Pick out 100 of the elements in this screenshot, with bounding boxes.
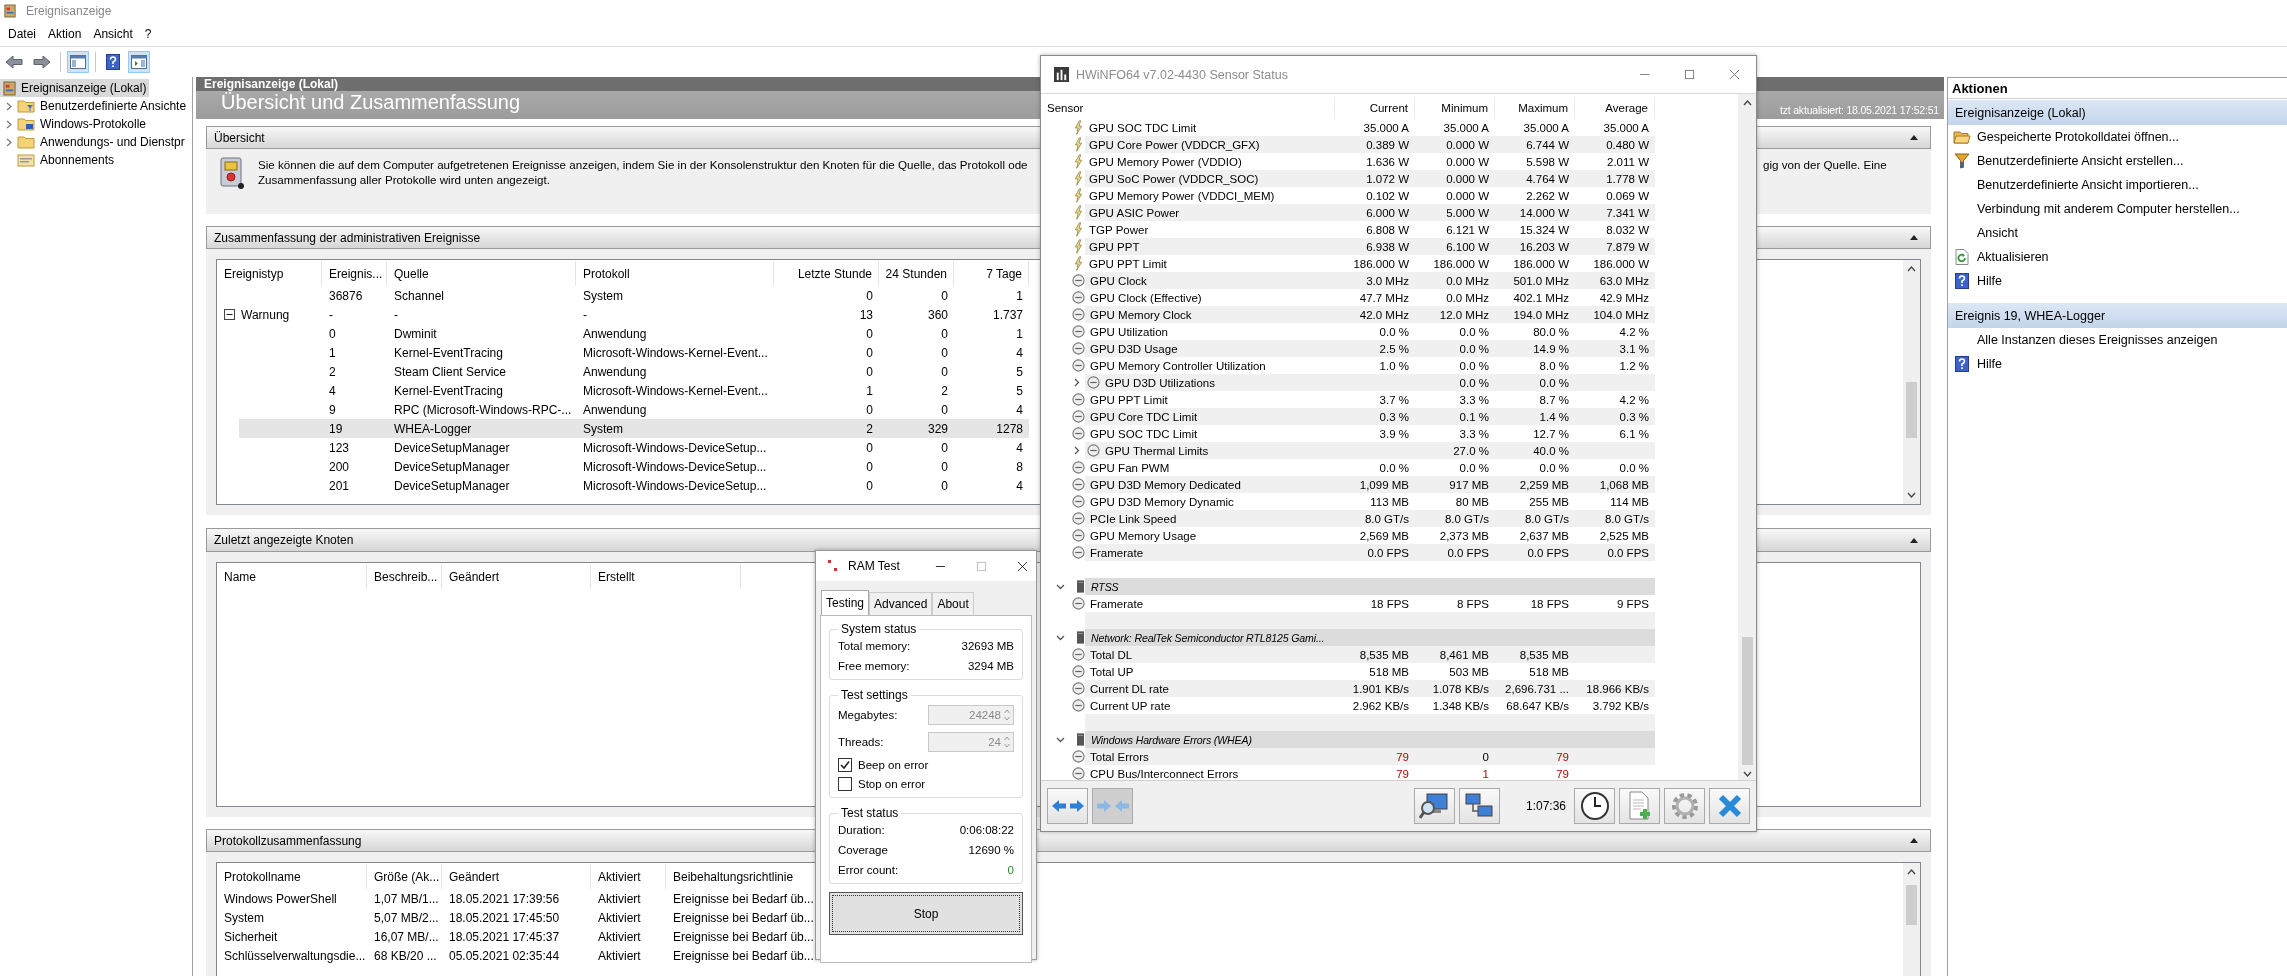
table-cell: Warnung	[241, 307, 290, 322]
table-cell: 4	[1016, 478, 1023, 493]
table-cell: 1	[329, 345, 336, 360]
sensor-value: 6.938 W	[1366, 240, 1409, 253]
sensor-value: 8.0 GT/s	[1524, 512, 1569, 525]
sensor-value: 63.0 MHz	[1599, 274, 1649, 287]
sensor-value: 6.744 W	[1526, 138, 1569, 151]
sensor-value: 0.3 %	[1379, 410, 1409, 423]
sensor-value: 917 MB	[1449, 478, 1489, 491]
sensor-value: 0.3 %	[1619, 410, 1649, 423]
sensor-value: 1.636 W	[1366, 155, 1409, 168]
sensor-value: 0	[1482, 750, 1489, 763]
sensor-value: 4.764 W	[1526, 172, 1569, 185]
sensor-value: 1,068 MB	[1599, 478, 1649, 491]
field-label: Megabytes:	[838, 709, 898, 721]
sensor-name: GPU Memory Power (VDDIO)	[1088, 155, 1242, 168]
sensor-name: Framerate	[1089, 546, 1144, 559]
table-cell: 68 KB/20 ...	[374, 948, 437, 963]
sensor-value: 518 MB	[1529, 665, 1569, 678]
sensor-name: GPU Fan PWM	[1089, 461, 1170, 474]
sensor-value: 18 FPS	[1370, 597, 1409, 610]
table-cell: 0	[866, 402, 873, 417]
sensor-value: 0.0 %	[1539, 461, 1569, 474]
sensor-value: 79	[1556, 767, 1569, 780]
table-cell: 9	[329, 402, 336, 417]
table-cell: Aktiviert	[598, 929, 641, 944]
table-cell: 5	[1016, 364, 1023, 379]
page-heading: Übersicht und Zusammenfassung	[221, 91, 521, 115]
table-cell: 0	[866, 288, 873, 303]
field-value: 3294 MB	[967, 659, 1014, 672]
sensor-value: 1,099 MB	[1359, 478, 1409, 491]
sensor-value: 0.389 W	[1366, 138, 1409, 151]
group-title: System status	[840, 622, 918, 636]
table-cell: 0	[941, 326, 948, 341]
table-cell: Kernel-EventTracing	[394, 345, 503, 360]
sensor-value: 16.203 W	[1519, 240, 1569, 253]
table-cell: DeviceSetupManager	[394, 478, 510, 493]
sensor-value: 2.011 W	[1607, 155, 1649, 168]
sensor-name: GPU Utilization	[1089, 325, 1168, 338]
sensor-value: 0.0 FPS	[1607, 546, 1649, 559]
sensor-value: 7.879 W	[1606, 240, 1649, 253]
sensor-name: Current UP rate	[1089, 699, 1171, 712]
sensor-value: 35.000 A	[1603, 121, 1649, 134]
sensor-value: 0.1 %	[1459, 410, 1489, 423]
sensor-name: GPU D3D Usage	[1089, 342, 1178, 355]
table-cell: 13	[859, 307, 873, 322]
updated-text: tzt aktualisiert: 18.05.2021 17:52:51	[1780, 104, 1939, 118]
sensor-value: 2,373 MB	[1439, 529, 1489, 542]
section-title: Zusammenfassung der administrativen Ereignisse	[214, 230, 481, 245]
table-cell: Schannel	[394, 288, 445, 303]
table-cell: Schlüsselverwaltungsdie...	[224, 948, 366, 963]
table-cell: 2	[866, 421, 873, 436]
table-cell: 4	[1016, 440, 1023, 455]
sensor-value: 42.9 MHz	[1599, 291, 1649, 304]
sensor-value: 0.102 W	[1366, 189, 1409, 202]
table-cell: Windows PowerShell	[224, 891, 337, 906]
table-cell: 05.05.2021 02:35:44	[449, 948, 560, 963]
sensor-value: 0.0 FPS	[1447, 546, 1489, 559]
sensor-value: 3.3 %	[1459, 427, 1489, 440]
sensor-name: Total Errors	[1089, 750, 1149, 763]
table-cell: System	[583, 288, 623, 303]
table-cell: 18.05.2021 17:45:37	[449, 929, 560, 944]
description-text: gig von der Quelle. Eine	[1763, 158, 1887, 171]
table-cell: 329	[927, 421, 948, 436]
table-cell: 1	[1016, 326, 1023, 341]
field-value: 32693 MB	[961, 639, 1014, 652]
sensor-value: 186.000 W	[1433, 257, 1489, 270]
table-cell: 1	[866, 383, 873, 398]
sensor-name: GPU Core Power (VDDCR_GFX)	[1088, 138, 1260, 151]
sensor-name: Current DL rate	[1089, 682, 1169, 695]
sensor-group-name: Network: RealTek Semiconductor RTL8125 Gami...	[1090, 631, 1325, 644]
sensor-value: 1.778 W	[1606, 172, 1649, 185]
sensor-name: GPU SOC TDC Limit	[1088, 121, 1197, 134]
sensor-value: 6.100 W	[1446, 240, 1489, 253]
sensor-value: 0.0 %	[1459, 359, 1489, 372]
sensor-value: 0.0 FPS	[1367, 546, 1409, 559]
table-cell: Ereignisse bei Bedarf üb...	[673, 891, 814, 906]
sensor-name: CPU Bus/Interconnect Errors	[1089, 767, 1239, 780]
sensor-name: Total UP	[1089, 665, 1134, 678]
sensor-value: 186.000 W	[1593, 257, 1649, 270]
sensor-name: Framerate	[1089, 597, 1144, 610]
table-cell: 5,07 MB/2...	[374, 910, 439, 925]
table-cell: Anwendung	[583, 326, 647, 341]
sensor-value: 35.000 A	[1523, 121, 1569, 134]
group-title: Test status	[840, 806, 900, 820]
sensor-value: 5.000 W	[1446, 206, 1489, 219]
pane-header: Aktionen	[1948, 77, 2287, 99]
sensor-value: 518 MB	[1369, 665, 1409, 678]
sensor-value: 3.792 KB/s	[1592, 699, 1649, 712]
table-cell: -	[583, 307, 587, 322]
table-cell: 0	[866, 345, 873, 360]
sensor-name: GPU Clock	[1089, 274, 1147, 287]
table-cell: 0	[941, 478, 948, 493]
table-cell: Microsoft-Windows-Kernel-Event...	[583, 345, 768, 360]
sensor-value: 6.121 W	[1446, 223, 1489, 236]
sensor-value: 3.3 %	[1459, 393, 1489, 406]
sensor-name: TGP Power	[1088, 223, 1149, 236]
sensor-value: 27.0 %	[1453, 444, 1489, 457]
table-cell: DeviceSetupManager	[394, 440, 510, 455]
sensor-value: 12.7 %	[1533, 427, 1569, 440]
